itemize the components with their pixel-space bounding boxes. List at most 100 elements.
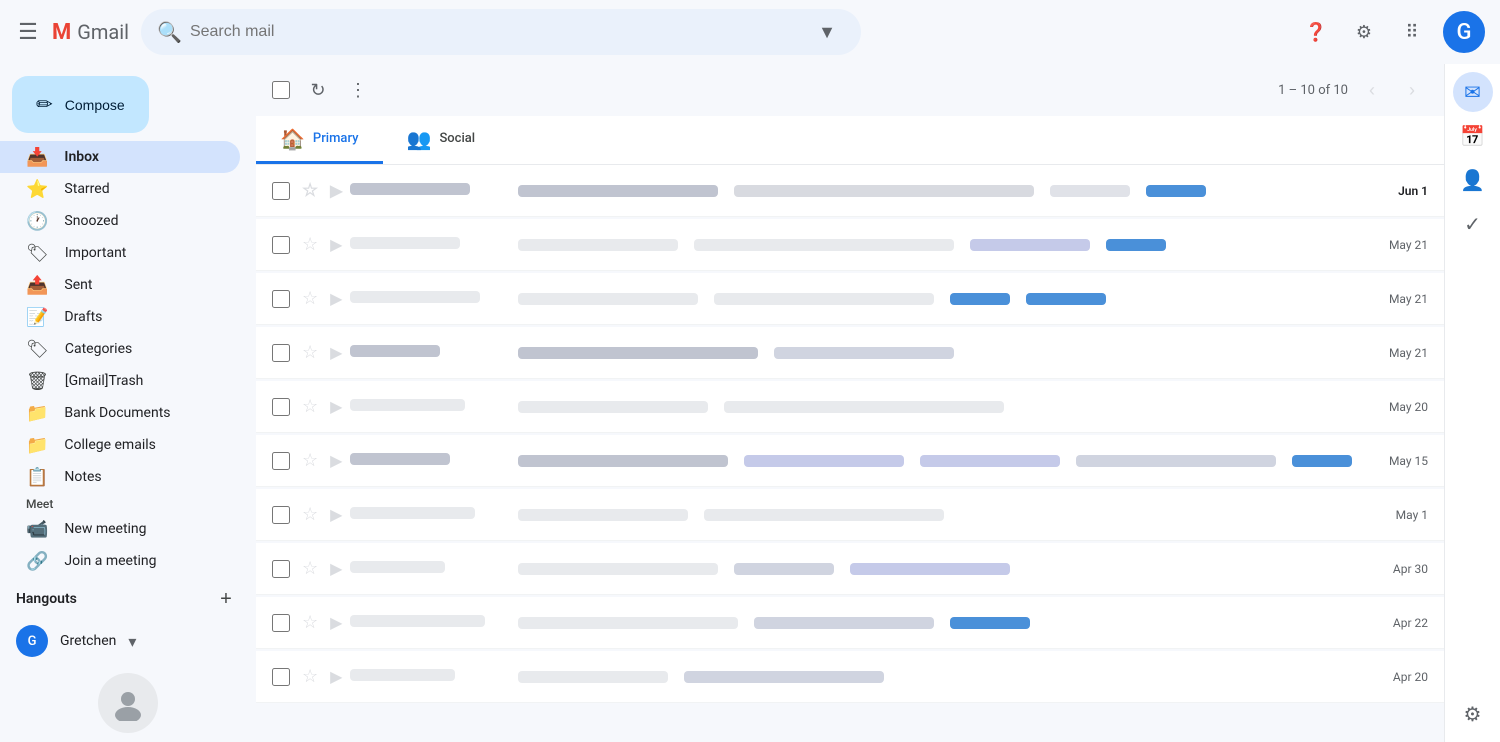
- email-checkbox[interactable]: [272, 290, 290, 308]
- inbox-icon: 📥: [26, 147, 48, 168]
- star-icon[interactable]: ☆: [302, 450, 318, 471]
- side-panel-contacts-button[interactable]: 👤: [1453, 160, 1493, 200]
- forward-icon: ▶: [330, 559, 342, 578]
- add-hangout-button[interactable]: +: [212, 585, 240, 613]
- forward-icon: ▶: [330, 289, 342, 308]
- hangout-contact[interactable]: G Gretchen ▾: [16, 621, 240, 661]
- side-panel-settings-button[interactable]: ⚙: [1453, 694, 1493, 734]
- star-icon[interactable]: ☆: [302, 342, 318, 363]
- gmail-logo-icon: M: [52, 20, 71, 45]
- star-icon[interactable]: ☆: [302, 234, 318, 255]
- sidebar-item-label: New meeting: [64, 521, 224, 537]
- email-checkbox[interactable]: [272, 398, 290, 416]
- sidebar-item-gmail-trash[interactable]: 🗑 [Gmail]Trash: [0, 365, 240, 397]
- star-icon[interactable]: ☆: [302, 666, 318, 687]
- table-row[interactable]: ☆ ▶ May 21: [256, 273, 1444, 325]
- select-all-checkbox[interactable]: [272, 81, 290, 99]
- email-checkbox[interactable]: [272, 344, 290, 362]
- gmail-trash-icon: 🗑: [26, 371, 49, 392]
- forward-icon: ▶: [330, 343, 342, 362]
- sidebar-item-college-emails[interactable]: 📁 College emails: [0, 429, 240, 461]
- email-content: [518, 617, 1384, 629]
- sidebar-item-inbox[interactable]: 📥 Inbox: [0, 141, 240, 173]
- star-icon[interactable]: ☆: [302, 288, 318, 309]
- refresh-button[interactable]: ↻: [302, 74, 334, 106]
- email-sender: [350, 399, 510, 415]
- email-date: May 21: [1389, 346, 1428, 360]
- tab-social[interactable]: 👥 Social: [383, 116, 500, 164]
- email-checkbox[interactable]: [272, 560, 290, 578]
- search-options-button[interactable]: ▼: [809, 14, 845, 50]
- chevron-down-icon[interactable]: ▾: [128, 632, 136, 651]
- hamburger-button[interactable]: ☰: [12, 16, 44, 48]
- email-sender: [350, 669, 510, 685]
- search-icon: 🔍: [157, 20, 182, 44]
- next-page-button[interactable]: ›: [1396, 74, 1428, 106]
- compose-button[interactable]: ✏ Compose: [12, 76, 149, 133]
- primary-tab-icon: 🏠: [280, 127, 305, 151]
- table-row[interactable]: ☆ ▶ Apr 30: [256, 543, 1444, 595]
- table-row[interactable]: ☆ ▶ May 1: [256, 489, 1444, 541]
- new-meeting-icon: 📹: [26, 519, 48, 540]
- email-content: [518, 347, 1380, 359]
- avatar[interactable]: G: [1440, 8, 1488, 56]
- sidebar-item-starred[interactable]: ⭐ Starred: [0, 173, 240, 205]
- social-tab-label: Social: [439, 131, 475, 146]
- sidebar-item-label: Starred: [64, 181, 224, 197]
- sidebar-item-label: Snoozed: [64, 213, 224, 229]
- email-sender: [350, 453, 510, 469]
- sidebar-item-important[interactable]: 🏷 Important: [0, 237, 240, 269]
- table-row[interactable]: ☆ ▶ May 20: [256, 381, 1444, 433]
- email-content: [518, 401, 1380, 413]
- email-checkbox[interactable]: [272, 236, 290, 254]
- sidebar-item-new-meeting[interactable]: 📹 New meeting: [0, 513, 240, 545]
- sidebar-item-bank-documents[interactable]: 📁 Bank Documents: [0, 397, 240, 429]
- table-row[interactable]: ☆ ▶ May 15: [256, 435, 1444, 487]
- settings-button[interactable]: ⚙: [1344, 12, 1384, 52]
- join-meeting-icon: 🔗: [26, 551, 48, 572]
- apps-button[interactable]: ⠿: [1392, 12, 1432, 52]
- gretchen-name: Gretchen: [60, 633, 116, 649]
- email-checkbox[interactable]: [272, 452, 290, 470]
- search-input[interactable]: [190, 23, 801, 41]
- email-content: [518, 509, 1387, 521]
- email-sender: [350, 291, 510, 307]
- help-button[interactable]: ❓: [1296, 12, 1336, 52]
- sidebar-item-categories[interactable]: 🏷 Categories: [0, 333, 240, 365]
- hangouts-header: Hangouts +: [16, 585, 240, 613]
- table-row[interactable]: ☆ ▶ Apr 20: [256, 651, 1444, 703]
- email-checkbox[interactable]: [272, 506, 290, 524]
- email-checkbox[interactable]: [272, 614, 290, 632]
- sidebar-item-sent[interactable]: 📤 Sent: [0, 269, 240, 301]
- prev-page-button[interactable]: ‹: [1356, 74, 1388, 106]
- more-options-button[interactable]: ⋮: [342, 74, 374, 106]
- table-row[interactable]: ☆ ▶ Jun 1: [256, 165, 1444, 217]
- star-icon[interactable]: ☆: [302, 504, 318, 525]
- gretchen-avatar: G: [16, 625, 48, 657]
- side-panel-mail-button[interactable]: ✉: [1453, 72, 1493, 112]
- drafts-icon: 📝: [26, 307, 48, 328]
- table-row[interactable]: ☆ ▶ Apr 22: [256, 597, 1444, 649]
- email-content: [518, 293, 1380, 305]
- star-icon[interactable]: ☆: [302, 180, 318, 201]
- no-hangouts-avatar: [98, 673, 158, 733]
- email-checkbox[interactable]: [272, 182, 290, 200]
- starred-icon: ⭐: [26, 179, 48, 200]
- tab-primary[interactable]: 🏠 Primary: [256, 116, 383, 164]
- sidebar: ✏ Compose 📥 Inbox ⭐ Starred 🕐 Snoozed 🏷 …: [0, 64, 256, 742]
- table-row[interactable]: ☆ ▶ May 21: [256, 327, 1444, 379]
- side-panel-tasks-button[interactable]: ✓: [1453, 204, 1493, 244]
- table-row[interactable]: ☆ ▶ May 21: [256, 219, 1444, 271]
- sidebar-item-join-meeting[interactable]: 🔗 Join a meeting: [0, 545, 240, 577]
- no-hangouts-section: No Hangouts contacts Find someone: [16, 661, 240, 742]
- email-checkbox[interactable]: [272, 668, 290, 686]
- sidebar-item-label: Important: [65, 245, 224, 261]
- sidebar-item-drafts[interactable]: 📝 Drafts: [0, 301, 240, 333]
- star-icon[interactable]: ☆: [302, 558, 318, 579]
- side-panel-calendar-button[interactable]: 📅: [1453, 116, 1493, 156]
- star-icon[interactable]: ☆: [302, 396, 318, 417]
- star-icon[interactable]: ☆: [302, 612, 318, 633]
- email-content: [518, 563, 1384, 575]
- sidebar-item-snoozed[interactable]: 🕐 Snoozed: [0, 205, 240, 237]
- sidebar-item-notes[interactable]: 📋 Notes: [0, 461, 240, 493]
